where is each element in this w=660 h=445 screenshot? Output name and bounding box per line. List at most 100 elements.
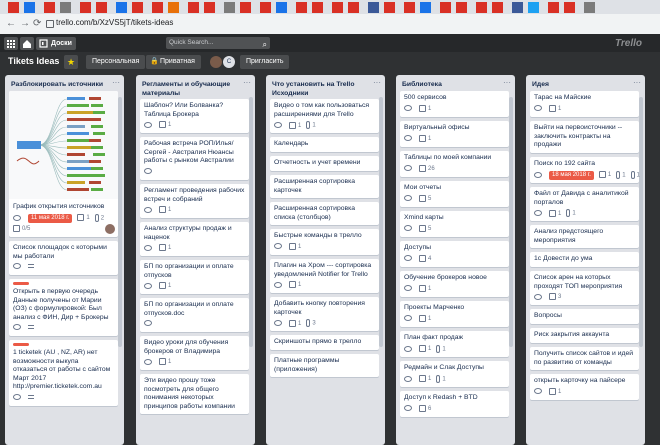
- browser-tab-favicon-icon[interactable]: [96, 2, 107, 13]
- browser-tab-favicon-icon[interactable]: [404, 2, 415, 13]
- reload-icon[interactable]: ⟳: [33, 18, 41, 29]
- browser-tab-favicon-icon[interactable]: [384, 2, 395, 13]
- browser-tab-favicon-icon[interactable]: [440, 2, 451, 13]
- browser-tab-favicon-icon[interactable]: [188, 2, 199, 13]
- list-card[interactable]: Платные программы (приложения): [270, 354, 379, 377]
- list-card[interactable]: Мои отчеты 5: [400, 181, 509, 207]
- browser-tab-favicon-icon[interactable]: [296, 2, 307, 13]
- trello-logo[interactable]: Trello: [615, 38, 642, 49]
- list-card[interactable]: Быстрые команды в трелло 1: [270, 229, 379, 255]
- home-button[interactable]: [20, 37, 34, 50]
- list-card[interactable]: Шаблон? Или Болванка? Таблица Брокера 1: [140, 99, 249, 133]
- browser-tab-favicon-icon[interactable]: [152, 2, 163, 13]
- browser-tab-favicon-icon[interactable]: [420, 2, 431, 13]
- browser-tab-favicon-icon[interactable]: [8, 2, 19, 13]
- address-bar[interactable]: trello.com/b/XzVS5jT/tikets-ideas: [56, 18, 173, 27]
- browser-tab-favicon-icon[interactable]: [260, 2, 271, 13]
- list-card[interactable]: 500 сервисов 1: [400, 91, 509, 117]
- apps-button[interactable]: [4, 37, 18, 50]
- list-card[interactable]: Регламент проведения рабочих встреч и со…: [140, 184, 249, 218]
- list-card[interactable]: Календарь: [270, 137, 379, 152]
- browser-tab-favicon-icon[interactable]: [132, 2, 143, 13]
- forward-icon[interactable]: →: [20, 18, 30, 29]
- list-card[interactable]: Файл от Давида с аналитикой порталов 1 1: [530, 187, 639, 221]
- list-card[interactable]: Риск закрытия аккаунта: [530, 328, 639, 343]
- list-card[interactable]: БП по организации и оплате отпусков.doc: [140, 298, 249, 332]
- avatar-initial[interactable]: C: [223, 56, 235, 68]
- list-card[interactable]: Получить список сайтов и идей по развити…: [530, 347, 639, 370]
- browser-tab-favicon-icon[interactable]: [44, 2, 55, 13]
- browser-tab-favicon-icon[interactable]: [476, 2, 487, 13]
- list-card[interactable]: Отчетность и учет времени: [270, 156, 379, 171]
- browser-tab-favicon-icon[interactable]: [60, 2, 71, 13]
- list-title[interactable]: Разблокировать источники: [11, 80, 110, 89]
- list-card[interactable]: Открыть в первую очередь Данные получены…: [9, 279, 118, 336]
- star-icon[interactable]: ★: [64, 55, 78, 69]
- browser-tab-favicon-icon[interactable]: [204, 2, 215, 13]
- list-scrollbar[interactable]: [639, 97, 643, 347]
- list-card[interactable]: Скриншоты прямо в трелло: [270, 335, 379, 350]
- list-card[interactable]: Доступ к Redash + BTD 6: [400, 391, 509, 417]
- list-card[interactable]: Таблицы по моей компании 26: [400, 151, 509, 177]
- list-title[interactable]: Идея: [532, 80, 631, 89]
- browser-tab-favicon-icon[interactable]: [492, 2, 503, 13]
- browser-tab-favicon-icon[interactable]: [240, 2, 251, 13]
- list-scrollbar[interactable]: [249, 97, 253, 347]
- list-card[interactable]: Эти видео прошу тоже посмотреть для обще…: [140, 374, 249, 414]
- list-card[interactable]: Видео уроки для обучения брокеров от Вла…: [140, 336, 249, 370]
- list-card[interactable]: Рабочая встреча РОП/Илья/Сергей - Австра…: [140, 137, 249, 180]
- list-title[interactable]: Что установить на Trello Исходники: [272, 80, 371, 98]
- browser-tab-favicon-icon[interactable]: [24, 2, 35, 13]
- list-card[interactable]: Виртуальный офисы 1: [400, 121, 509, 147]
- search-input[interactable]: Quick Search... ⌕: [166, 37, 270, 49]
- list-card[interactable]: БП по организации и оплате отпусков 1: [140, 260, 249, 294]
- member-avatar[interactable]: [105, 223, 115, 234]
- boards-button[interactable]: Доски: [36, 37, 76, 50]
- list-card[interactable]: Анализ предстоящего мероприятия: [530, 225, 639, 248]
- list-card[interactable]: открыть карточку на пайсере 1: [530, 374, 639, 400]
- list-card[interactable]: План факт продаж 1 1: [400, 331, 509, 357]
- list-card[interactable]: Выйти на первоисточники -- заключить кон…: [530, 121, 639, 153]
- list-card[interactable]: Плагин на Хром --- сортировка уведомлени…: [270, 259, 379, 293]
- list-card[interactable]: Обучение брокеров новое 1: [400, 271, 509, 297]
- more-icon[interactable]: ···: [633, 78, 641, 87]
- browser-tab-favicon-icon[interactable]: [168, 2, 179, 13]
- list-scrollbar[interactable]: [118, 97, 122, 347]
- browser-tab-favicon-icon[interactable]: [224, 2, 235, 13]
- more-icon[interactable]: ···: [112, 78, 120, 87]
- more-icon[interactable]: ···: [503, 78, 511, 87]
- more-icon[interactable]: ···: [373, 78, 381, 87]
- browser-tab-favicon-icon[interactable]: [456, 2, 467, 13]
- browser-tab-favicon-icon[interactable]: [564, 2, 575, 13]
- list-card[interactable]: Тарас на Майские 1: [530, 91, 639, 117]
- browser-tab-favicon-icon[interactable]: [276, 2, 287, 13]
- browser-tab-favicon-icon[interactable]: [548, 2, 559, 13]
- browser-tab-favicon-icon[interactable]: [116, 2, 127, 13]
- browser-tab-favicon-icon[interactable]: [348, 2, 359, 13]
- browser-tab-favicon-icon[interactable]: [512, 2, 523, 13]
- list-card[interactable]: Добавить кнопку повторения карточек 1 3: [270, 297, 379, 331]
- browser-tab-favicon-icon[interactable]: [528, 2, 539, 13]
- list-card[interactable]: Анализ структуры продаж и наценок 1: [140, 222, 249, 256]
- list-card[interactable]: Доступы 4: [400, 241, 509, 267]
- list-title[interactable]: Библиотека: [402, 80, 501, 89]
- list-card[interactable]: Проекты Марченко 1: [400, 301, 509, 327]
- list-card[interactable]: Расширенная сортировка карточек: [270, 175, 379, 198]
- board-title[interactable]: Tikets Ideas: [8, 56, 59, 66]
- list-title[interactable]: Регламенты и обучающие материалы: [142, 80, 241, 98]
- list-card[interactable]: Поиск по 192 сайта 18 мая 2018 г. 1 1 1: [530, 157, 640, 183]
- list-card[interactable]: Видео о том как пользоваться расширениям…: [270, 99, 379, 133]
- list-card[interactable]: Список арен на которых проходят ТОП меро…: [530, 271, 639, 305]
- list-scrollbar[interactable]: [509, 97, 513, 347]
- browser-tab-favicon-icon[interactable]: [80, 2, 91, 13]
- back-icon[interactable]: ←: [6, 18, 16, 29]
- list-card[interactable]: Xmind карты 5: [400, 211, 509, 237]
- list-card[interactable]: 1 ticketek (AU , NZ, AR) нет возможности…: [9, 340, 118, 406]
- team-visibility-button[interactable]: Персональная: [86, 55, 146, 69]
- privacy-button[interactable]: 🔒 Приватная: [146, 55, 201, 69]
- search-icon[interactable]: ⌕: [263, 39, 267, 51]
- list-card[interactable]: График открытия источников 11 мая 2018 г.…: [9, 91, 118, 237]
- invite-button[interactable]: Пригласить: [240, 55, 290, 69]
- more-icon[interactable]: ···: [243, 78, 251, 87]
- browser-tab-favicon-icon[interactable]: [312, 2, 323, 13]
